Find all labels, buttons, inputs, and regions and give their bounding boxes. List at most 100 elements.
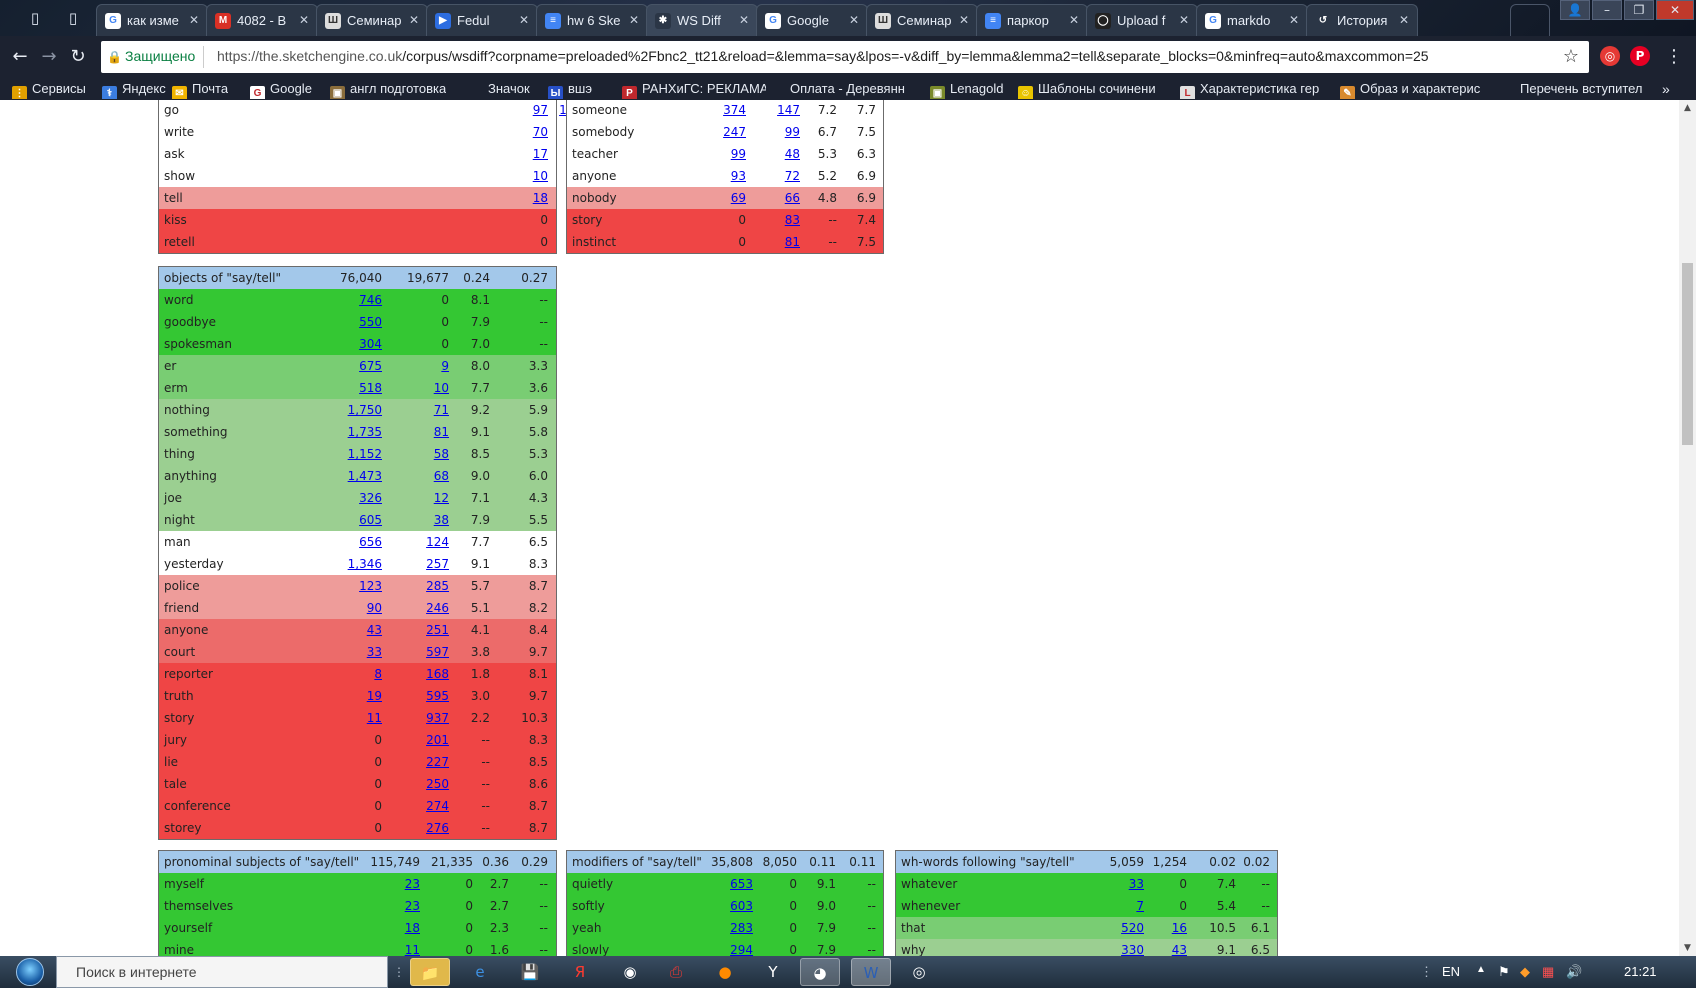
pinterest-icon[interactable]: P (1630, 46, 1650, 66)
freq-tell[interactable]: 81 (434, 421, 449, 443)
bookmarks-overflow-icon[interactable]: » (1662, 81, 1670, 99)
tab-close-icon[interactable]: ✕ (299, 13, 309, 27)
freq-say[interactable]: 33 (1129, 873, 1144, 895)
freq-say[interactable]: 90 (367, 597, 382, 619)
browser-tab[interactable]: G Google ✕ (756, 4, 868, 36)
freq-tell[interactable]: 12 (434, 487, 449, 509)
bookmark-item[interactable]: Ывшэ (548, 81, 592, 99)
freq-tell[interactable]: 43 (1172, 939, 1187, 956)
freq-say[interactable]: 123 (359, 575, 382, 597)
freq-tell[interactable]: 250 (426, 773, 449, 795)
bookmark-item[interactable]: ✎ Образ и характерис (1340, 81, 1480, 99)
freq-tell[interactable]: 48 (785, 143, 800, 165)
bookmark-star-icon[interactable]: ☆ (1563, 46, 1579, 67)
freq-say[interactable]: 1,473 (348, 465, 382, 487)
freq-say[interactable]: 247 (723, 121, 746, 143)
blank-tab-icon[interactable]: ▯ (60, 6, 86, 30)
freq-tell[interactable]: 147 (777, 100, 800, 121)
freq-tell[interactable]: 257 (426, 553, 449, 575)
bookmark-item[interactable]: Перечень вступител (1500, 81, 1643, 99)
freq-say[interactable]: 19 (367, 685, 382, 707)
freq-say[interactable]: 23 (405, 873, 420, 895)
tab-close-icon[interactable]: ✕ (849, 13, 859, 27)
tray-show-hidden-icon[interactable]: ▲ (1476, 964, 1486, 975)
yandex-icon[interactable]: Y (753, 958, 793, 986)
menu-kebab-icon[interactable]: ⋮ (1662, 45, 1686, 69)
freq-tell[interactable]: 72 (785, 165, 800, 187)
save-disk-icon[interactable]: 💾 (510, 958, 550, 986)
freq-say[interactable]: 518 (359, 377, 382, 399)
freq-tell[interactable]: 99 (785, 121, 800, 143)
bookmark-item[interactable]: ⋮ Сервисы (12, 81, 86, 99)
clock[interactable]: 21:21 (1624, 964, 1657, 979)
new-tab-button[interactable] (1510, 4, 1550, 36)
scroll-down-arrow-icon[interactable]: ▼ (1679, 940, 1696, 956)
tab-close-icon[interactable]: ✕ (739, 13, 749, 27)
tab-close-icon[interactable]: ✕ (629, 13, 639, 27)
action-center-flag-icon[interactable]: ⚑ (1498, 964, 1510, 980)
freq-tell[interactable]: 16 (1172, 917, 1187, 939)
tab-close-icon[interactable]: ✕ (1069, 13, 1079, 27)
freq-say[interactable]: 283 (730, 917, 753, 939)
freq-tell[interactable]: 38 (434, 509, 449, 531)
reload-icon[interactable]: ↻ (66, 45, 90, 69)
freq-say[interactable]: 550 (359, 311, 382, 333)
chrome-app-icon[interactable]: ◎ (899, 958, 939, 986)
freq-say[interactable]: 326 (359, 487, 382, 509)
freq-say[interactable]: 18 (533, 187, 548, 209)
tab-close-icon[interactable]: ✕ (959, 13, 969, 27)
freq-say[interactable]: 97 (533, 100, 548, 121)
network-icon[interactable]: ▦ (1542, 964, 1554, 980)
tab-close-icon[interactable]: ✕ (519, 13, 529, 27)
address-bar[interactable]: 🔒 Защищено https://the.sketchengine.co.u… (101, 41, 1589, 73)
freq-tell[interactable]: 251 (426, 619, 449, 641)
bookmark-item[interactable]: G Google (250, 81, 312, 99)
language-indicator[interactable]: EN (1442, 964, 1460, 979)
freq-say[interactable]: 374 (723, 100, 746, 121)
freq-say[interactable]: 18 (405, 917, 420, 939)
tray-app-icon[interactable]: ◆ (1520, 964, 1530, 980)
scroll-up-arrow-icon[interactable]: ▲ (1679, 100, 1696, 116)
browser-tab[interactable]: Gmarkdo ✕ (1196, 4, 1308, 36)
freq-say[interactable]: 675 (359, 355, 382, 377)
freq-say[interactable]: 603 (730, 895, 753, 917)
freq-say[interactable]: 330 (1121, 939, 1144, 956)
freq-say[interactable]: 1,152 (348, 443, 382, 465)
volume-icon[interactable]: 🔊 (1566, 964, 1582, 980)
bookmark-item[interactable]: ▣ Lenagold (930, 81, 1004, 99)
firefox-icon[interactable]: ● (705, 958, 745, 986)
freq-tell[interactable]: 58 (434, 443, 449, 465)
browser-tab[interactable]: ↺ История ✕ (1306, 4, 1418, 36)
freq-say[interactable]: 653 (730, 873, 753, 895)
freq-say[interactable]: 1,346 (348, 553, 382, 575)
freq-say[interactable]: 23 (405, 895, 420, 917)
freq-say[interactable]: 11 (405, 939, 420, 956)
freq-tell[interactable]: 597 (426, 641, 449, 663)
tab-close-icon[interactable]: ✕ (189, 13, 199, 27)
freq-say[interactable]: 520 (1121, 917, 1144, 939)
freq-say[interactable]: 656 (359, 531, 382, 553)
browser-tab[interactable]: ≡ паркор ✕ (976, 4, 1088, 36)
pdf-reader-icon[interactable]: ⎙ (656, 958, 696, 986)
chrome-icon[interactable]: ◕ (800, 958, 840, 986)
vertical-scrollbar[interactable]: ▲ ▼ (1679, 100, 1696, 956)
freq-say[interactable]: 746 (359, 289, 382, 311)
browser-tab[interactable]: Ш Семинар ✕ (866, 4, 978, 36)
freq-say[interactable]: 605 (359, 509, 382, 531)
bookmark-item[interactable]: Р РАНХиГС: РЕКЛАМА (622, 81, 766, 99)
freq-say[interactable]: 1,735 (348, 421, 382, 443)
tab-close-icon[interactable]: ✕ (1399, 13, 1409, 27)
freq-tell[interactable]: 276 (426, 817, 449, 839)
freq-say[interactable]: 10 (533, 165, 548, 187)
freq-say[interactable]: 99 (731, 143, 746, 165)
browser-tab[interactable]: ▶ Fedul ✕ (426, 4, 538, 36)
freq-tell[interactable]: 201 (426, 729, 449, 751)
app-circle-icon[interactable]: ◉ (610, 958, 650, 986)
bookmark-item[interactable]: Оплата - Деревянн (770, 81, 905, 99)
browser-tab[interactable]: ◯ Upload f ✕ (1086, 4, 1198, 36)
tab-close-icon[interactable]: ✕ (409, 13, 419, 27)
freq-tell[interactable]: 71 (434, 399, 449, 421)
new-window-icon[interactable]: ▯ (22, 6, 48, 30)
freq-tell[interactable]: 81 (785, 231, 800, 253)
browser-tab[interactable]: M 4082 - B ✕ (206, 4, 318, 36)
